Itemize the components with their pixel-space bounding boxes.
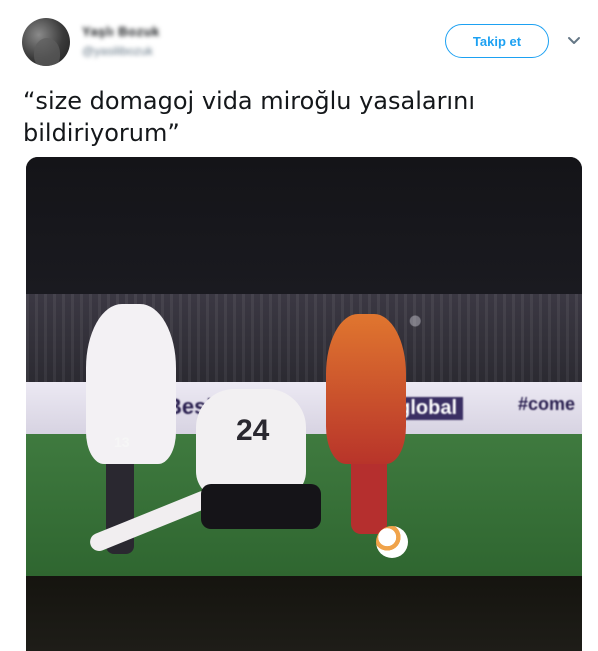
media-video[interactable]: Beşi kglobal #come 13 24 xyxy=(26,157,582,651)
football xyxy=(376,526,408,558)
ad-board-text-right: #come xyxy=(518,394,576,414)
jersey-number-24: 24 xyxy=(236,414,270,447)
user-handle[interactable]: @yasilibozuk xyxy=(82,44,153,58)
player-white-shorts xyxy=(201,484,321,529)
user-name[interactable]: Yaşlı Bozuk xyxy=(82,24,160,39)
avatar[interactable] xyxy=(22,18,70,66)
chevron-down-icon[interactable] xyxy=(567,36,581,46)
follow-button[interactable]: Takip et xyxy=(445,24,549,58)
player-red-leg xyxy=(351,454,387,534)
jersey-number-13: 13 xyxy=(114,434,130,450)
video-frame: Beşi kglobal #come 13 24 xyxy=(26,294,582,576)
video-letterbox-bottom xyxy=(26,576,582,651)
player-red xyxy=(326,314,406,464)
tweet-text: “size domagoj vida miroğlu yasalarını bi… xyxy=(23,87,475,147)
player-white-left xyxy=(86,304,176,464)
video-letterbox-top xyxy=(26,157,582,294)
